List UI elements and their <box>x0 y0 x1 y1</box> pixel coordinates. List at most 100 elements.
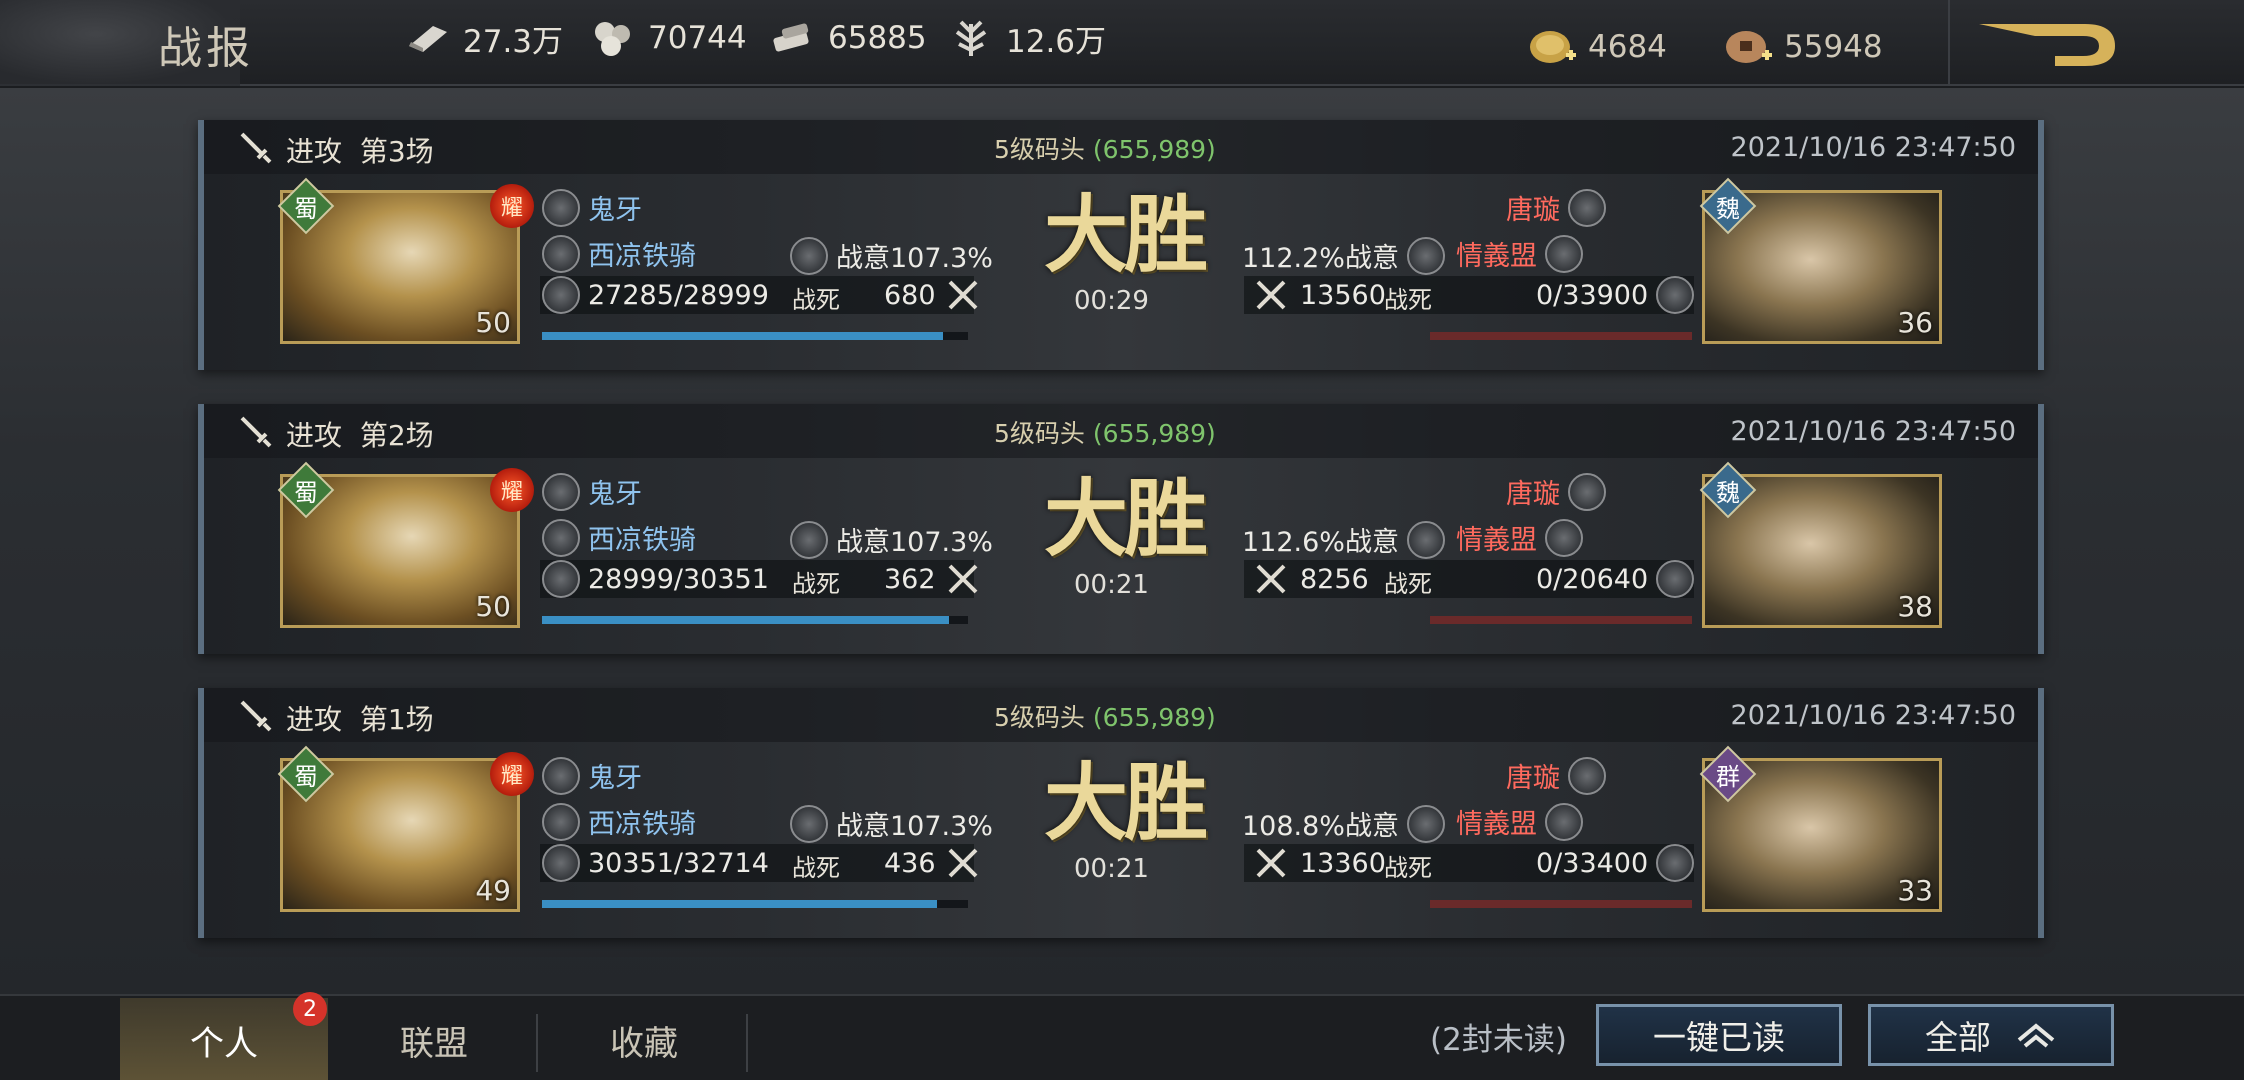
defender-troops: 0/20640 <box>1536 563 1649 595</box>
defender-morale: 112.2%战意 <box>1242 243 1399 274</box>
defender-dead-label: 战死 <box>1384 570 1432 598</box>
attacker-level: 50 <box>475 306 511 339</box>
crossed-swords-icon <box>948 848 977 878</box>
currency-copper[interactable]: 55948 <box>1724 24 1883 70</box>
defender-morale: 108.8%战意 <box>1242 811 1399 842</box>
morale-icon <box>1406 804 1445 843</box>
battle-duration: 00:21 <box>1074 570 1149 600</box>
troops-icon <box>1656 844 1695 882</box>
troop-type-icon <box>542 234 580 273</box>
commander-icon <box>542 472 580 511</box>
troops-icon <box>1656 276 1695 314</box>
defender-dead-label: 战死 <box>1384 286 1432 314</box>
report-coords[interactable]: (655,989) <box>1093 419 1216 448</box>
resource-stone[interactable]: 65885 <box>770 16 927 60</box>
attacker-dead-label: 战死 <box>792 854 840 882</box>
defender-troop-bar <box>1430 900 1692 908</box>
attacker-name: 鬼牙 <box>588 479 642 510</box>
currency-gold[interactable]: 4684 <box>1528 24 1667 70</box>
sword-icon <box>240 132 272 164</box>
attacker-name: 鬼牙 <box>588 195 642 226</box>
wood-icon <box>405 18 451 58</box>
battle-result: 大胜 <box>1043 185 1208 284</box>
tab-favorites[interactable]: 收藏 <box>540 998 748 1080</box>
iron-icon <box>590 18 636 58</box>
tab-divider <box>746 1014 748 1072</box>
resource-grain[interactable]: 12.6万 <box>948 16 1106 60</box>
resource-wood[interactable]: 27.3万 <box>405 16 563 60</box>
resource-wood-value: 27.3万 <box>463 23 564 60</box>
alliance-icon <box>1545 802 1583 841</box>
currency-copper-value: 55948 <box>1784 29 1883 65</box>
crossed-swords-icon <box>1256 280 1286 310</box>
report-type: 进攻 第3场 <box>286 135 434 168</box>
resource-iron-value: 70744 <box>648 20 747 56</box>
morale-icon <box>1406 236 1445 275</box>
commander-icon <box>1568 756 1606 795</box>
tab-divider <box>536 1014 538 1072</box>
header-divider <box>1948 0 1950 86</box>
report-coords[interactable]: (655,989) <box>1093 703 1216 732</box>
morale-icon <box>790 520 828 559</box>
report-timestamp: 2021/10/16 23:47:50 <box>1730 700 2016 731</box>
report-timestamp: 2021/10/16 23:47:50 <box>1730 132 2016 163</box>
attacker-level: 50 <box>475 590 511 623</box>
troops-icon <box>542 276 580 314</box>
report-location[interactable]: 5级码头 (655,989) <box>994 130 1216 166</box>
crossed-swords-icon <box>948 564 977 594</box>
report-location[interactable]: 5级码头 (655,989) <box>994 414 1216 450</box>
currency-gold-value: 4684 <box>1588 29 1667 65</box>
attacker-dead: 362 <box>884 563 936 595</box>
alliance-icon <box>1545 518 1583 557</box>
defender-name: 唐璇 <box>1506 763 1560 794</box>
troop-type-icon <box>542 802 580 841</box>
attacker-troop: 西凉铁骑 <box>588 525 696 556</box>
battle-report-card[interactable]: 进攻 第1场 5级码头 (655,989) 2021/10/16 23:47:50… <box>198 688 2044 938</box>
awaken-badge: 耀 <box>490 184 534 228</box>
commander-icon <box>1568 472 1606 511</box>
report-list[interactable]: 进攻 第3场 5级码头 (655,989) 2021/10/16 23:47:50… <box>0 88 2244 994</box>
troop-type-icon <box>542 518 580 557</box>
commander-icon <box>542 756 580 795</box>
back-icon[interactable] <box>1975 18 2121 74</box>
troops-icon <box>542 560 580 598</box>
attacker-morale: 战意107.3% <box>836 527 993 558</box>
defender-dead: 13360 <box>1300 847 1386 879</box>
filter-all-button[interactable]: 全部 <box>1868 1004 2114 1066</box>
awaken-badge: 耀 <box>490 468 534 512</box>
defender-level: 36 <box>1897 306 1933 339</box>
crossed-swords-icon <box>1256 564 1286 594</box>
read-all-button[interactable]: 一键已读 <box>1596 1004 1842 1066</box>
defender-alliance: 情義盟 <box>1456 809 1537 840</box>
attacker-troops: 30351/32714 <box>588 847 769 879</box>
stone-icon <box>770 18 816 58</box>
filter-all-label: 全部 <box>1925 1018 1991 1057</box>
attacker-troops: 28999/30351 <box>588 563 769 595</box>
troops-icon <box>1656 560 1695 598</box>
report-location[interactable]: 5级码头 (655,989) <box>994 698 1216 734</box>
defender-name: 唐璇 <box>1506 195 1560 226</box>
resource-iron[interactable]: 70744 <box>590 16 747 60</box>
battle-report-card[interactable]: 进攻 第3场 5级码头 (655,989) 2021/10/16 23:47:50… <box>198 120 2044 370</box>
resource-grain-value: 12.6万 <box>1006 23 1107 60</box>
crossed-swords-icon <box>948 280 977 310</box>
battle-duration: 00:29 <box>1074 286 1149 316</box>
unread-count: (2封未读) <box>1430 1022 1567 1058</box>
report-coords[interactable]: (655,989) <box>1093 135 1216 164</box>
crossed-swords-icon <box>1256 848 1286 878</box>
defender-troop-bar <box>1430 332 1692 340</box>
troops-icon <box>542 844 580 882</box>
defender-level: 38 <box>1897 590 1933 623</box>
battle-result: 大胜 <box>1043 753 1208 852</box>
attacker-morale: 战意107.3% <box>836 811 993 842</box>
attacker-morale: 战意107.3% <box>836 243 993 274</box>
defender-alliance: 情義盟 <box>1456 241 1537 272</box>
battle-report-card[interactable]: 进攻 第2场 5级码头 (655,989) 2021/10/16 23:47:50… <box>198 404 2044 654</box>
tab-alliance[interactable]: 联盟 <box>330 998 538 1080</box>
attacker-level: 49 <box>475 874 511 907</box>
sword-icon <box>240 700 272 732</box>
attacker-dead-label: 战死 <box>792 570 840 598</box>
awaken-badge: 耀 <box>490 752 534 796</box>
attacker-troop: 西凉铁骑 <box>588 809 696 840</box>
defender-name: 唐璇 <box>1506 479 1560 510</box>
